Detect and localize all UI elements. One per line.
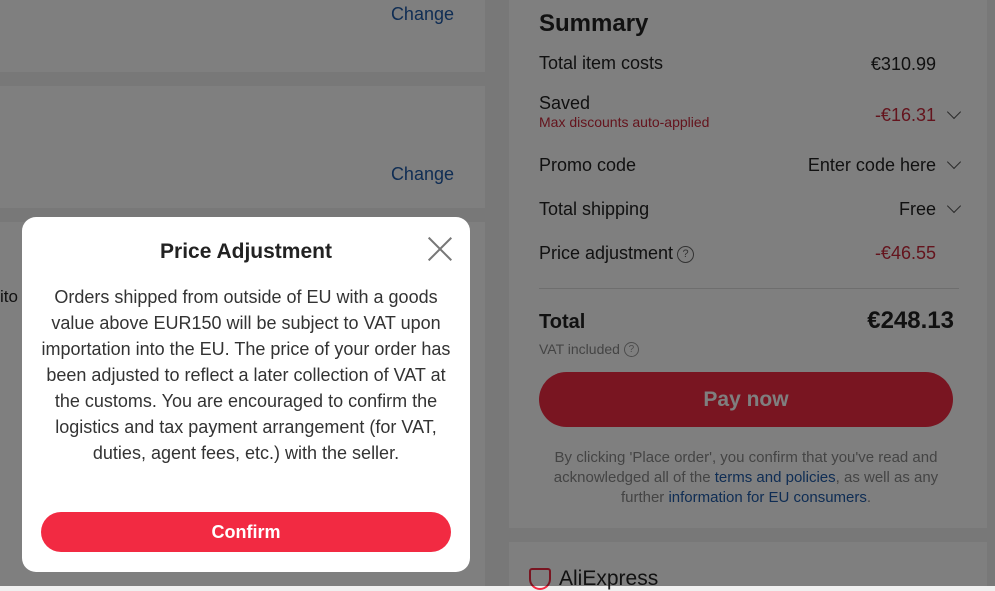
dialog-title: Price Adjustment: [160, 240, 332, 263]
close-icon[interactable]: [426, 235, 454, 263]
confirm-button[interactable]: Confirm: [41, 512, 451, 552]
price-adjustment-dialog: Price Adjustment Orders shipped from out…: [22, 217, 470, 572]
dialog-message: Orders shipped from outside of EU with a…: [41, 287, 451, 463]
